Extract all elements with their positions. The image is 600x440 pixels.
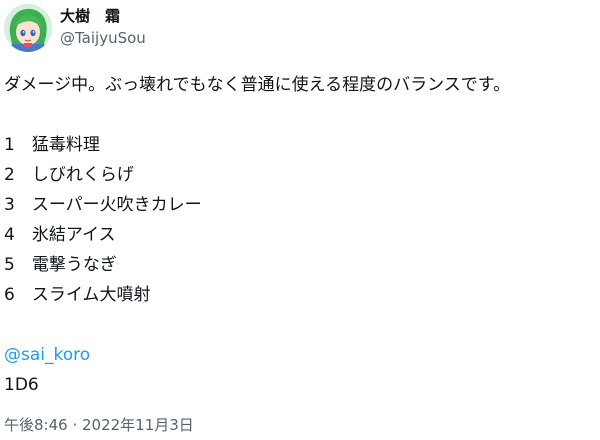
list-text: スライム大噴射 [31,285,151,305]
list-number: 4 [4,225,15,245]
list-item: 6 スライム大噴射 [4,280,596,310]
list-item: 2 しびれくらげ [4,160,596,190]
list-text: スーパー火吹きカレー [31,195,202,215]
list-item: 3 スーパー火吹きカレー [4,190,596,220]
mention-line: @sai_koro [4,340,596,370]
tweet-intro: ダメージ中。ぶっ壊れでもなく普通に使える程度のバランスです。 [4,75,511,95]
list-text: しびれくらげ [31,165,134,185]
author-handle[interactable]: @TaijyuSou [60,28,146,48]
avatar-image [4,4,52,52]
list-text: 猛毒料理 [31,135,100,155]
list-number: 1 [4,135,15,155]
list-text: 電撃うなぎ [31,255,117,275]
list-item: 4 氷結アイス [4,220,596,250]
mention-link[interactable]: @sai_koro [4,345,90,365]
list-text: 氷結アイス [31,225,116,245]
list-number: 5 [4,255,15,275]
list-item: 5 電撃うなぎ [4,250,596,280]
dice-text: 1D6 [4,375,39,395]
avatar[interactable] [4,4,52,52]
list-item: 1 猛毒料理 [4,130,596,160]
author-names: 大樹 霜 @TaijyuSou [60,6,146,48]
tweet: 大樹 霜 @TaijyuSou ダメージ中。ぶっ壊れでもなく普通に使える程度のバ… [0,0,600,440]
list-number: 3 [4,195,15,215]
tweet-header: 大樹 霜 @TaijyuSou [0,0,600,60]
tweet-timestamp[interactable]: 午後8:46 · 2022年11月3日 [4,415,194,435]
tweet-text: ダメージ中。ぶっ壊れでもなく普通に使える程度のバランスです。 1 猛毒料理 2 … [4,70,596,400]
list-number: 2 [4,165,15,185]
list-number: 6 [4,285,15,305]
display-name[interactable]: 大樹 霜 [60,6,146,26]
